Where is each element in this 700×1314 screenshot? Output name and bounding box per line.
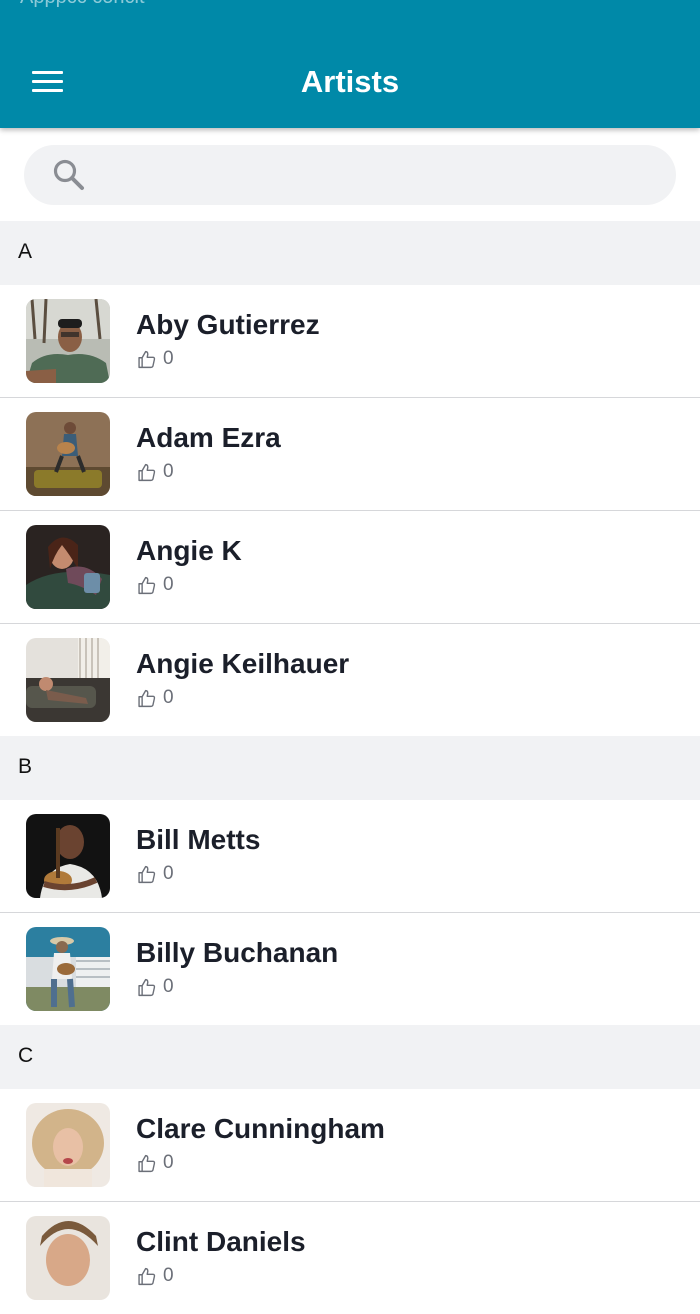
like-counter[interactable]: 0 xyxy=(136,863,174,885)
thumbs-up-icon xyxy=(138,1154,156,1172)
artist-list: A Aby Gutierrez 0 Adam Ezra 0 Angie K 0 … xyxy=(0,221,700,1314)
status-bar-text: Apppcc concit xyxy=(20,0,145,9)
artist-name: Aby Gutierrez xyxy=(136,309,320,340)
thumbs-up-icon xyxy=(138,865,156,883)
page-title: Artists xyxy=(300,64,400,99)
artist-avatar xyxy=(26,927,110,1011)
section-letter: B xyxy=(18,755,33,778)
thumbs-up-icon xyxy=(138,463,156,481)
artist-name: Angie K xyxy=(136,535,242,566)
artist-avatar xyxy=(26,814,110,898)
like-counter[interactable]: 0 xyxy=(136,1265,174,1287)
like-counter[interactable]: 0 xyxy=(136,461,174,483)
artist-row[interactable]: Billy Buchanan 0 xyxy=(0,913,700,1025)
like-count: 0 xyxy=(163,461,174,482)
like-counter[interactable]: 0 xyxy=(136,348,174,370)
section-header-a: A xyxy=(0,221,700,285)
like-counter[interactable]: 0 xyxy=(136,687,174,709)
like-count: 0 xyxy=(163,863,174,884)
artist-row[interactable]: Adam Ezra 0 xyxy=(0,398,700,511)
like-count: 0 xyxy=(163,574,174,595)
thumbs-up-icon xyxy=(138,978,156,996)
thumbs-up-icon xyxy=(138,576,156,594)
artist-avatar xyxy=(26,525,110,609)
artist-avatar xyxy=(26,1103,110,1187)
artist-name: Clare Cunningham xyxy=(136,1113,385,1144)
thumbs-up-icon xyxy=(138,689,156,707)
like-count: 0 xyxy=(163,687,174,708)
like-counter[interactable]: 0 xyxy=(136,574,174,596)
like-counter[interactable]: 0 xyxy=(136,1152,174,1174)
section-letter: C xyxy=(18,1044,34,1067)
artist-row[interactable]: Bill Metts 0 xyxy=(0,800,700,913)
thumbs-up-icon xyxy=(138,1267,156,1285)
section-letter: A xyxy=(18,240,33,263)
artist-name: Bill Metts xyxy=(136,824,261,855)
artist-row[interactable]: Angie K 0 xyxy=(0,511,700,624)
artist-row[interactable]: Clare Cunningham 0 xyxy=(0,1089,700,1202)
artist-name: Adam Ezra xyxy=(136,422,281,453)
artist-row[interactable]: Angie Keilhauer 0 xyxy=(0,624,700,736)
artist-name: Billy Buchanan xyxy=(136,937,339,968)
search-icon xyxy=(53,159,84,190)
artist-row[interactable]: Aby Gutierrez 0 xyxy=(0,285,700,398)
app-header: Apppcc concit Artists xyxy=(0,0,700,128)
search-input[interactable] xyxy=(24,145,676,205)
artist-avatar xyxy=(26,1216,110,1300)
artist-name: Clint Daniels xyxy=(136,1226,306,1257)
artist-avatar xyxy=(26,638,110,722)
like-count: 0 xyxy=(163,1265,174,1286)
artist-avatar xyxy=(26,412,110,496)
like-count: 0 xyxy=(163,348,174,369)
thumbs-up-icon xyxy=(138,350,156,368)
section-header-c: C xyxy=(0,1025,700,1089)
like-count: 0 xyxy=(163,1152,174,1173)
like-count: 0 xyxy=(163,976,174,997)
like-counter[interactable]: 0 xyxy=(136,976,174,998)
artist-row[interactable]: Clint Daniels 0 xyxy=(0,1202,700,1314)
artist-name: Angie Keilhauer xyxy=(136,648,350,679)
search-bar xyxy=(0,128,700,221)
section-header-b: B xyxy=(0,736,700,800)
artist-avatar xyxy=(26,299,110,383)
